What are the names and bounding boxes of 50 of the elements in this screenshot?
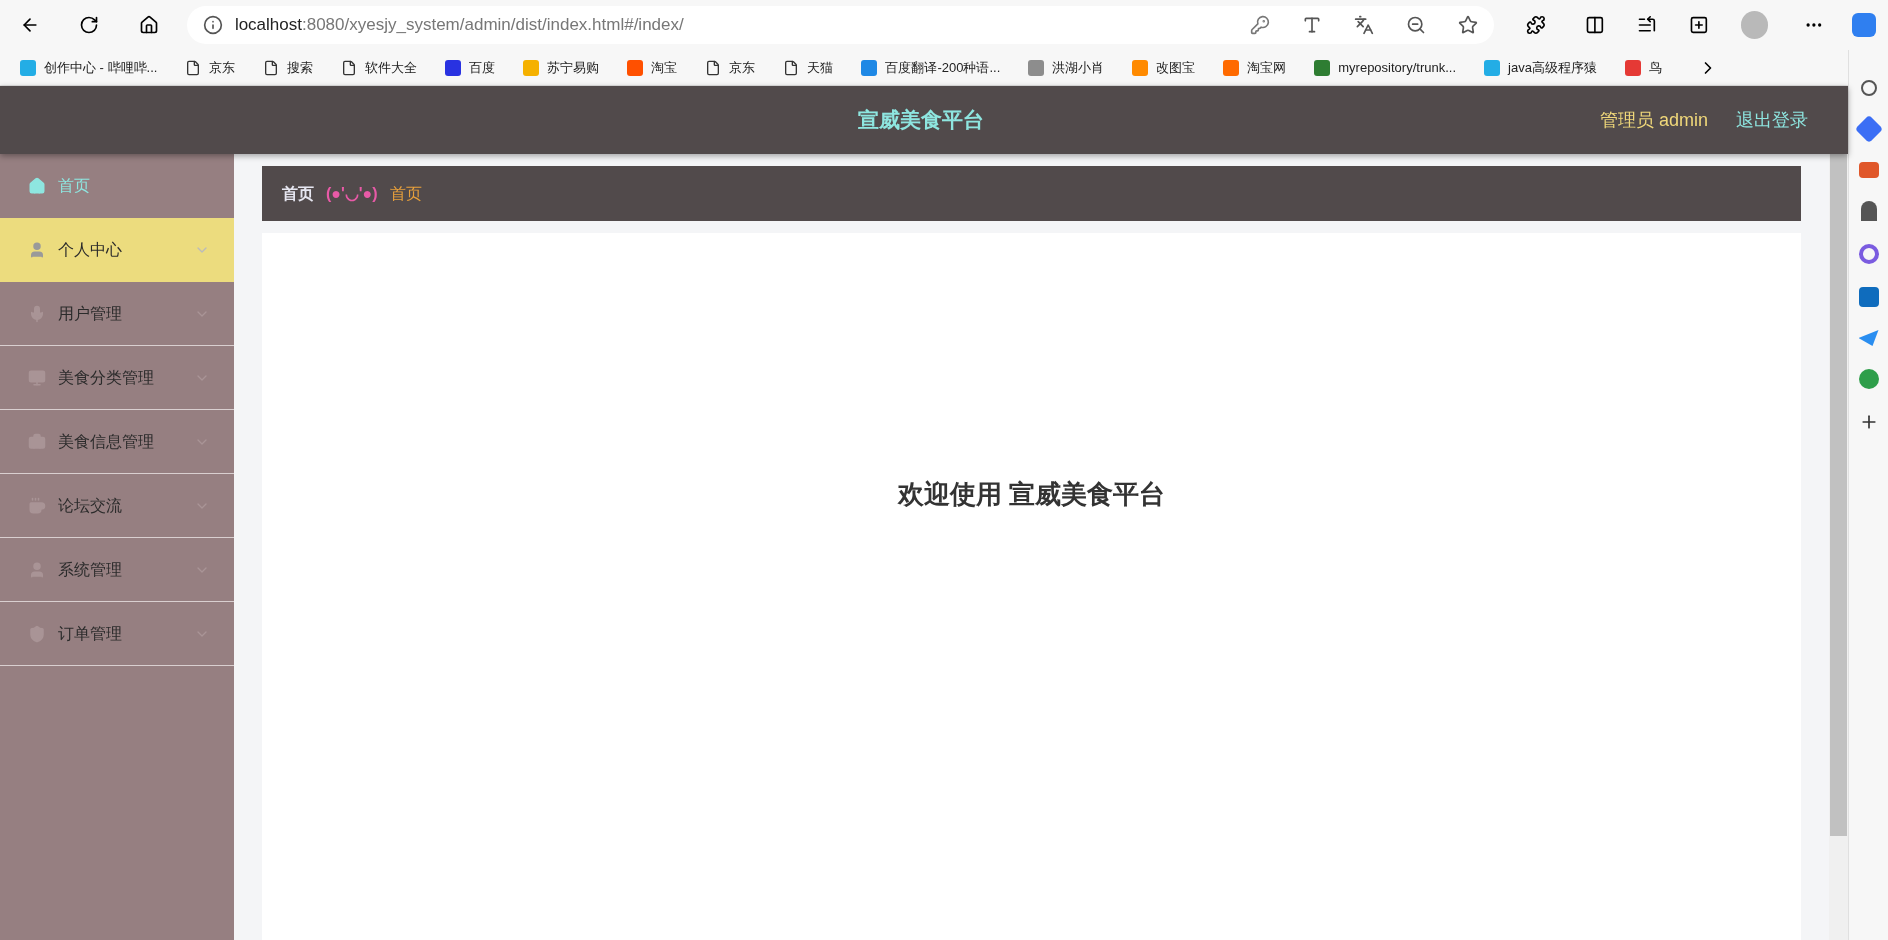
bookmark-link[interactable]: 鸟 (1648, 57, 1662, 78)
bookmark-link[interactable]: 搜索 (287, 57, 314, 78)
search-icon[interactable] (1860, 80, 1877, 96)
bookmark-link[interactable]: java高级程序猿 (1508, 57, 1597, 78)
welcome-heading: 欢迎使用 宣威美食平台 (897, 478, 1166, 511)
logout-link[interactable]: 退出登录 (1736, 106, 1808, 134)
home-icon (28, 177, 46, 195)
bookmark-link[interactable]: 百度 (469, 57, 496, 78)
home-icon (139, 15, 160, 35)
toolbox-icon[interactable] (1858, 162, 1879, 178)
extensions-icon[interactable] (1525, 15, 1546, 35)
bookmark-link[interactable]: 苏宁易购 (547, 57, 600, 78)
bookmark-link[interactable]: 洪湖小肖 (1052, 57, 1105, 78)
split-screen-icon[interactable] (1585, 15, 1606, 35)
favorites-icon[interactable] (1637, 15, 1657, 35)
bookmark-link[interactable]: 百度翻译-200种语... (885, 57, 1001, 78)
key-icon[interactable] (1249, 15, 1270, 35)
info-icon (202, 15, 223, 35)
bookmark-link[interactable]: 京东 (729, 57, 756, 78)
reload-icon (79, 15, 100, 35)
user-name: 管理员 admin (1599, 108, 1708, 132)
zoom-out-icon[interactable] (1405, 15, 1426, 35)
address-bar[interactable]: localhost:8080/xyesjy_system/admin/dist/index.html#/index/ (186, 6, 1494, 44)
page-icon (341, 59, 358, 76)
bookmark-link[interactable]: myrepository/trunk... (1338, 57, 1456, 78)
scrollbar-thumb[interactable] (1830, 154, 1847, 836)
page-icon (783, 59, 800, 76)
page-icon (185, 59, 202, 76)
mail-icon[interactable] (1858, 287, 1879, 307)
emoticon-separator: (●'◡'●) (326, 183, 378, 204)
app-title: 宣威美食平台 (858, 107, 984, 134)
sidebar-item[interactable]: 个人中心 (0, 218, 234, 282)
bookmark-link[interactable]: 淘宝 (651, 57, 678, 78)
page-icon (263, 59, 280, 76)
copilot-icon[interactable] (1852, 13, 1876, 37)
bookmark-link[interactable]: 软件大全 (365, 57, 418, 78)
url-text: localhost:8080/xyesjy_system/admin/dist/index.html#/index/ (234, 14, 684, 37)
bookmark-link[interactable]: 改图宝 (1156, 57, 1196, 78)
person-icon (28, 241, 46, 259)
ring-icon[interactable] (1858, 244, 1879, 264)
breadcrumb-current: 首页 (389, 183, 422, 204)
bookmark-link[interactable]: 淘宝网 (1247, 57, 1287, 78)
bookmark-link[interactable]: 京东 (209, 57, 236, 78)
translate-icon[interactable] (1353, 15, 1374, 35)
favorite-icon[interactable] (1457, 15, 1478, 35)
collections-icon[interactable] (1688, 15, 1709, 35)
bookmark-link[interactable]: 创作中心 - 哔哩哔... (44, 57, 158, 78)
bookmark-link[interactable]: 天猫 (807, 57, 834, 78)
breadcrumb-link[interactable]: 首页 (282, 181, 314, 206)
page-icon (705, 59, 722, 76)
